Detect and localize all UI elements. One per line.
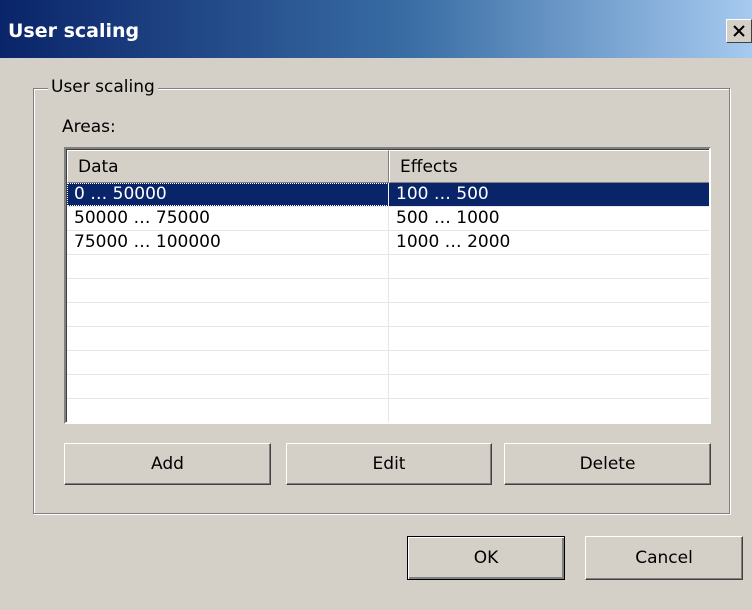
effects-cell: 100 … 500 xyxy=(389,183,709,206)
table-row[interactable]: 50000 … 75000 500 … 1000 xyxy=(67,207,709,231)
empty-table-row xyxy=(67,375,709,399)
effects-cell xyxy=(389,279,709,302)
close-icon xyxy=(733,25,745,37)
data-cell xyxy=(67,375,389,398)
empty-table-row xyxy=(67,351,709,375)
empty-table-row xyxy=(67,303,709,327)
effects-cell xyxy=(389,303,709,326)
data-cell xyxy=(67,255,389,278)
delete-button[interactable]: Delete xyxy=(504,443,711,485)
effects-cell xyxy=(389,255,709,278)
areas-label: Areas: xyxy=(62,117,116,137)
empty-table-row xyxy=(67,327,709,351)
data-cell xyxy=(67,399,389,422)
close-button[interactable] xyxy=(726,19,752,43)
listview-rows: 0 … 50000 100 … 500 50000 … 75000 500 … 100… xyxy=(67,183,709,422)
effects-cell xyxy=(389,351,709,374)
data-cell: 0 … 50000 xyxy=(67,183,389,206)
effects-cell xyxy=(389,375,709,398)
data-cell xyxy=(67,351,389,374)
title-bar[interactable]: User scaling xyxy=(0,0,752,58)
table-row[interactable]: 0 … 50000 100 … 500 xyxy=(67,183,709,207)
listview-header: Data Effects xyxy=(67,150,709,183)
ok-button[interactable]: OK xyxy=(407,536,565,580)
window-title: User scaling xyxy=(8,20,140,42)
data-cell xyxy=(67,303,389,326)
empty-table-row xyxy=(67,399,709,422)
effects-cell: 1000 … 2000 xyxy=(389,231,709,254)
effects-cell xyxy=(389,399,709,422)
data-cell xyxy=(67,327,389,350)
edit-button[interactable]: Edit xyxy=(286,443,492,485)
effects-cell: 500 … 1000 xyxy=(389,207,709,230)
cancel-button[interactable]: Cancel xyxy=(585,536,743,580)
table-row[interactable]: 75000 … 100000 1000 … 2000 xyxy=(67,231,709,255)
column-header-data[interactable]: Data xyxy=(67,150,389,183)
areas-listview[interactable]: Data Effects 0 … 50000 100 … 500 50000 … 7… xyxy=(64,147,711,424)
data-cell: 75000 … 100000 xyxy=(67,231,389,254)
add-button[interactable]: Add xyxy=(64,443,271,485)
groupbox-legend: User scaling xyxy=(48,77,158,97)
column-header-effects[interactable]: Effects xyxy=(389,150,709,183)
data-cell: 50000 … 75000 xyxy=(67,207,389,230)
empty-table-row xyxy=(67,255,709,279)
data-cell xyxy=(67,279,389,302)
empty-table-row xyxy=(67,279,709,303)
effects-cell xyxy=(389,327,709,350)
